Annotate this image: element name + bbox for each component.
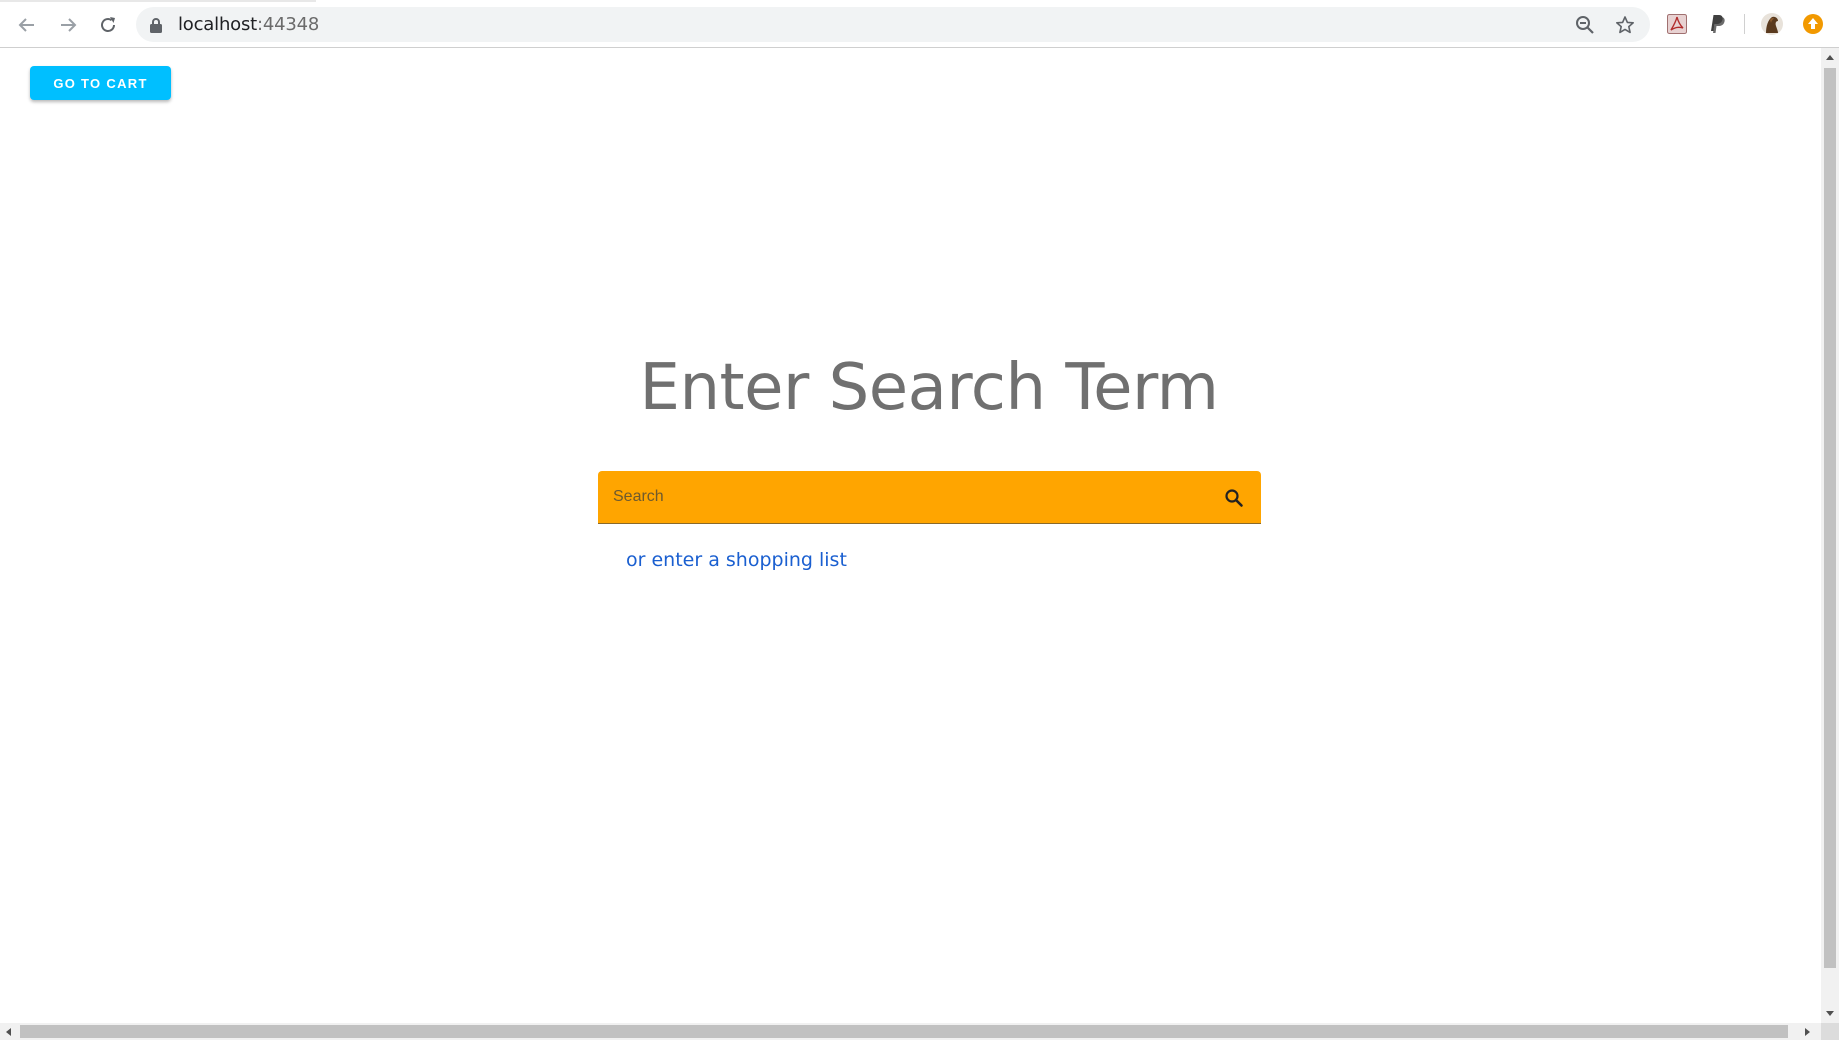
zoom-out-icon: [1576, 16, 1594, 34]
reload-button[interactable]: [93, 10, 123, 40]
reload-icon: [101, 17, 115, 32]
scroll-left-arrow-icon[interactable]: [6, 1028, 11, 1036]
search-bar[interactable]: [598, 471, 1261, 524]
star-icon: [1616, 16, 1634, 34]
lock-icon: [150, 18, 162, 33]
forward-button[interactable]: [53, 10, 83, 40]
url-port: :44348: [257, 14, 320, 35]
scroll-right-arrow-icon[interactable]: [1805, 1028, 1810, 1036]
update-icon: [1803, 14, 1823, 34]
address-bar[interactable]: localhost:44348: [136, 7, 1650, 42]
search-input[interactable]: [613, 471, 1183, 523]
scrollbar-corner: [1821, 1023, 1839, 1040]
scroll-up-arrow-icon[interactable]: [1826, 55, 1834, 60]
profile-avatar-icon: [1761, 13, 1783, 35]
acrobat-icon: [1667, 14, 1687, 34]
back-button[interactable]: [12, 10, 42, 40]
url-text[interactable]: localhost:44348: [178, 7, 319, 42]
paypal-extension-button[interactable]: [1705, 12, 1729, 36]
horizontal-scroll-thumb[interactable]: [20, 1025, 1788, 1038]
vertical-scrollbar[interactable]: [1821, 48, 1839, 1023]
vertical-scroll-thumb[interactable]: [1824, 68, 1836, 968]
arrow-left-icon: [18, 18, 34, 32]
browser-toolbar: localhost:44348: [0, 0, 1839, 48]
zoom-button[interactable]: [1574, 14, 1596, 36]
acrobat-extension-button[interactable]: [1665, 12, 1689, 36]
toolbar-divider: [1744, 14, 1745, 34]
shopping-list-link[interactable]: or enter a shopping list: [626, 548, 847, 572]
go-to-cart-button[interactable]: GO TO CART: [30, 66, 171, 100]
page-load-indicator: [0, 0, 316, 2]
search-icon[interactable]: [1223, 487, 1245, 509]
avatar[interactable]: [1760, 12, 1784, 36]
arrow-right-icon: [61, 18, 77, 32]
page-title: Enter Search Term: [639, 351, 1219, 425]
horizontal-scrollbar[interactable]: [0, 1023, 1839, 1040]
url-host: localhost: [178, 14, 257, 35]
scroll-down-arrow-icon[interactable]: [1826, 1011, 1834, 1016]
bookmark-button[interactable]: [1614, 14, 1636, 36]
paypal-icon: [1711, 15, 1725, 33]
update-button[interactable]: [1801, 12, 1825, 36]
